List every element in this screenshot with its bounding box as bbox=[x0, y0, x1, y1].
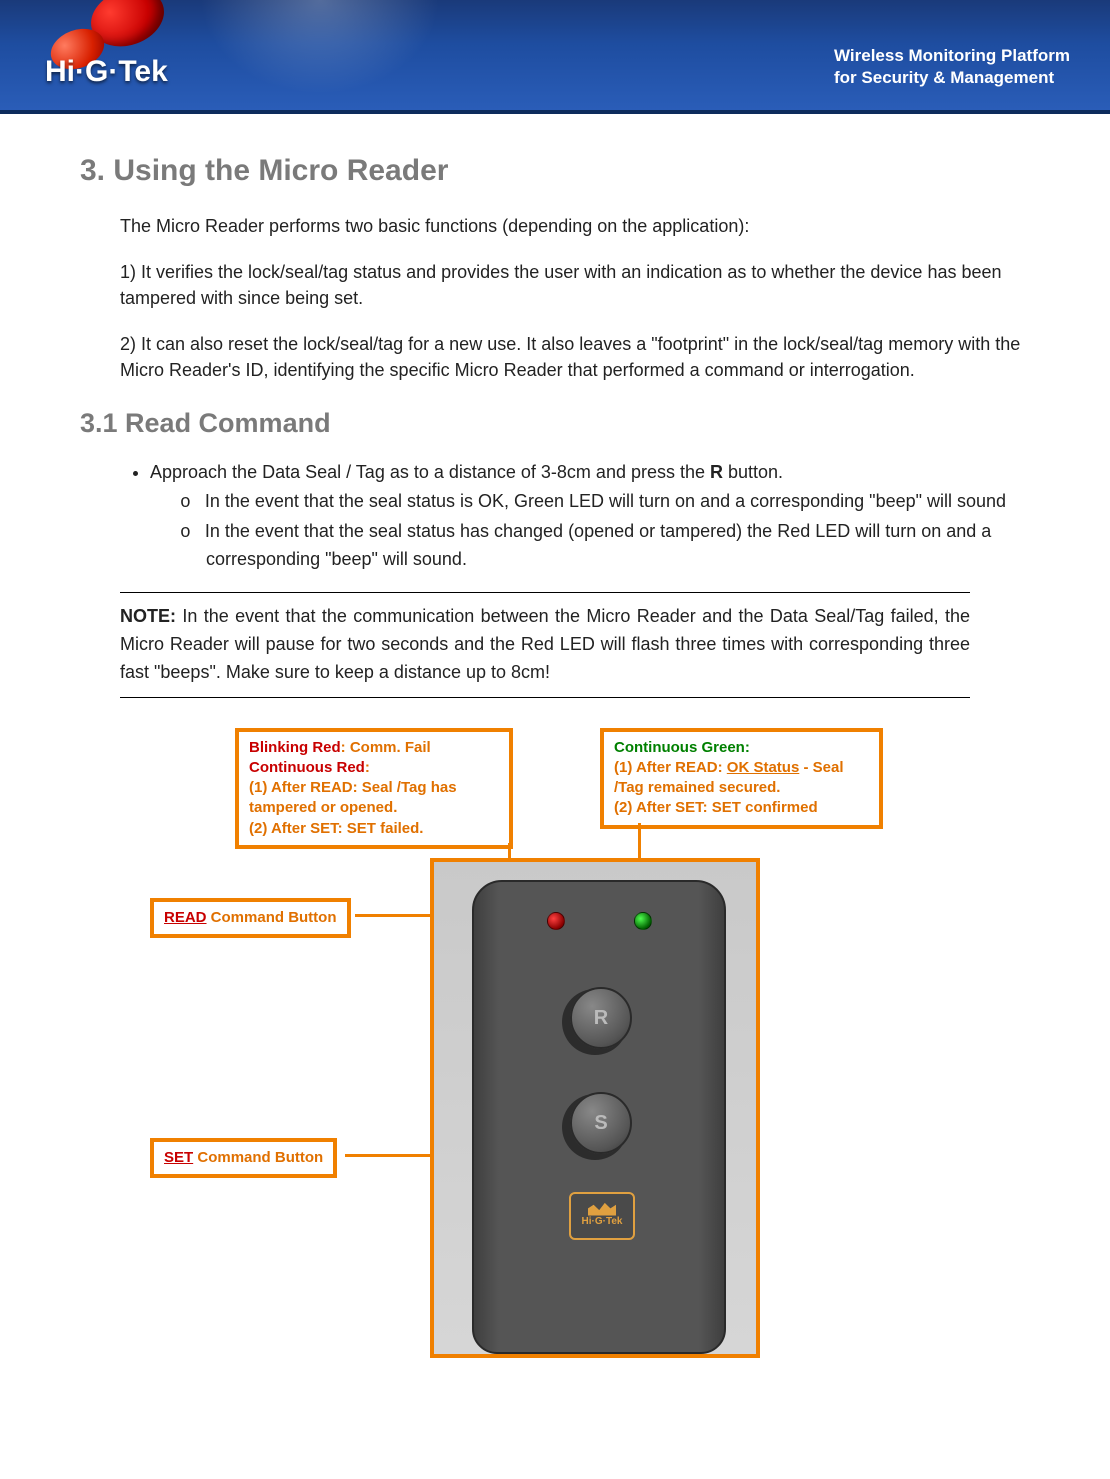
sub-list: In the event that the seal status is OK,… bbox=[180, 488, 1030, 572]
set-button-icon: S bbox=[570, 1092, 632, 1154]
callout-text: (1) After READ: Seal /Tag has tampered o… bbox=[249, 779, 457, 816]
header-tagline: Wireless Monitoring Platform for Securit… bbox=[834, 45, 1070, 89]
callout-text: Command Button bbox=[193, 1149, 323, 1166]
list-item: In the event that the seal status has ch… bbox=[206, 518, 1030, 572]
device-image-frame: R S Hi·G·Tek bbox=[430, 858, 760, 1358]
green-led-callout: Continuous Green: (1) After READ: OK Sta… bbox=[600, 728, 883, 829]
callout-text: READ bbox=[164, 909, 207, 926]
note-text: In the event that the communication betw… bbox=[120, 606, 970, 682]
callout-text: (2) After SET: SET failed. bbox=[249, 820, 423, 837]
note-box: NOTE: In the event that the communicatio… bbox=[120, 592, 970, 698]
tagline-line: Wireless Monitoring Platform bbox=[834, 46, 1070, 65]
intro-paragraph: The Micro Reader performs two basic func… bbox=[120, 213, 1030, 239]
callout-text: : Comm. Fail bbox=[341, 739, 431, 756]
red-led-icon bbox=[547, 912, 565, 930]
callout-text: : bbox=[365, 759, 370, 776]
red-led-callout: Blinking Red: Comm. Fail Continuous Red:… bbox=[235, 728, 513, 849]
logo-text: Hi·G·Tek bbox=[45, 55, 168, 89]
intro-paragraph: 2) It can also reset the lock/seal/tag f… bbox=[120, 331, 1030, 383]
callout-text: (2) After SET: SET confirmed bbox=[614, 799, 818, 816]
read-button-icon: R bbox=[570, 987, 632, 1049]
subsection-title: 3.1 Read Command bbox=[80, 408, 1030, 439]
brand-logo: Hi·G·Tek bbox=[20, 0, 190, 120]
callout-text: SET bbox=[164, 1149, 193, 1166]
note-label: NOTE: bbox=[120, 606, 176, 626]
wave-icon bbox=[588, 1198, 616, 1216]
device-logo-icon: Hi·G·Tek bbox=[569, 1192, 635, 1240]
device-logo-text: Hi·G·Tek bbox=[571, 1216, 633, 1227]
page-header: Hi·G·Tek Wireless Monitoring Platform fo… bbox=[0, 0, 1110, 114]
bullet-list: Approach the Data Seal / Tag as to a dis… bbox=[120, 459, 1030, 571]
callout-text: (1) After READ: bbox=[614, 759, 727, 776]
r-button-ref: R bbox=[710, 462, 723, 482]
list-text: Approach the Data Seal / Tag as to a dis… bbox=[150, 462, 710, 482]
device-diagram: Blinking Red: Comm. Fail Continuous Red:… bbox=[120, 728, 1070, 1368]
callout-text: Continuous Green: bbox=[614, 739, 750, 756]
section-title: 3. Using the Micro Reader bbox=[80, 154, 1030, 188]
page-content: 3. Using the Micro Reader The Micro Read… bbox=[0, 114, 1110, 1388]
list-text: button. bbox=[723, 462, 783, 482]
read-button-label: READ Command Button bbox=[150, 898, 351, 938]
callout-text: Continuous Red bbox=[249, 759, 365, 776]
callout-text: OK Status bbox=[727, 759, 800, 776]
green-led-icon bbox=[634, 912, 652, 930]
callout-text: Command Button bbox=[207, 909, 337, 926]
set-button-label: SET Command Button bbox=[150, 1138, 337, 1178]
intro-paragraph: 1) It verifies the lock/seal/tag status … bbox=[120, 259, 1030, 311]
tagline-line: for Security & Management bbox=[834, 68, 1054, 87]
list-item: Approach the Data Seal / Tag as to a dis… bbox=[150, 459, 1030, 571]
list-item: In the event that the seal status is OK,… bbox=[206, 488, 1030, 516]
leader-line bbox=[355, 914, 438, 917]
device-body: R S Hi·G·Tek bbox=[472, 880, 726, 1354]
callout-text: Blinking Red bbox=[249, 739, 341, 756]
